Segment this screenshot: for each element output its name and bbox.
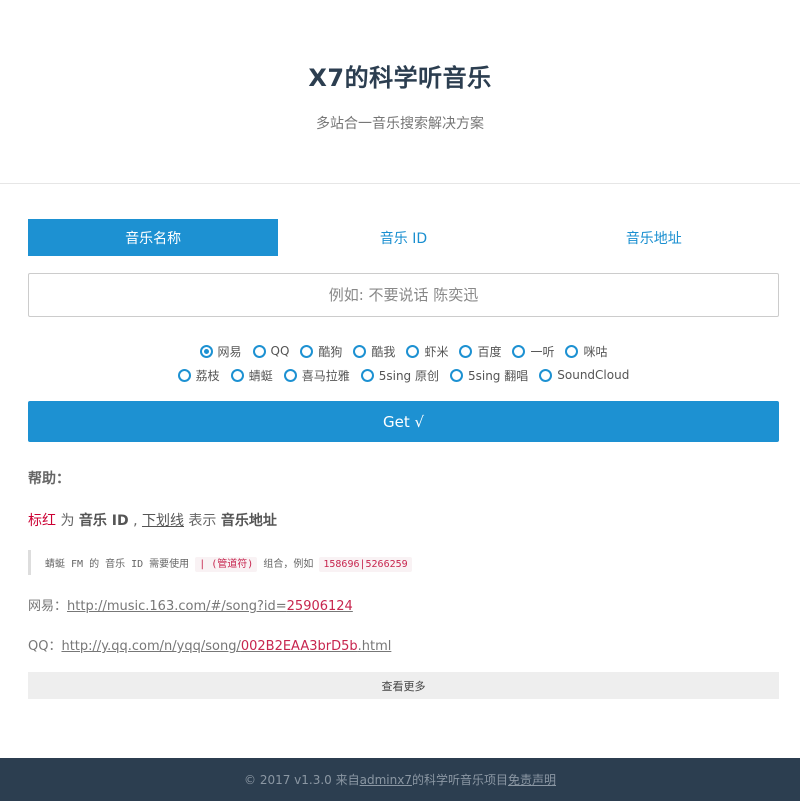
source-radio-row: 网易 QQ 酷狗 酷我 虾米 百度 一听 咪咕 bbox=[28, 339, 779, 363]
radio-checked-icon bbox=[199, 344, 213, 358]
note-text: 组合，例如 bbox=[257, 559, 320, 570]
radio-ximalaya[interactable]: 喜马拉雅 bbox=[283, 367, 350, 384]
radio-label: 虾米 bbox=[424, 344, 449, 359]
radio-unchecked-icon bbox=[177, 368, 191, 382]
link-prefix: http://music.163.com/#/song?id= bbox=[67, 599, 287, 614]
radio-unchecked-icon bbox=[230, 368, 244, 382]
radio-unchecked-icon bbox=[283, 368, 297, 382]
radio-unchecked-icon bbox=[406, 344, 420, 358]
link-id: 002B2EAA3brD5b bbox=[240, 639, 358, 654]
example-netease-link[interactable]: http://music.163.com/#/song?id=25906124 bbox=[67, 599, 353, 614]
radio-unchecked-icon bbox=[449, 368, 463, 382]
radio-unchecked-icon bbox=[459, 344, 473, 358]
radio-5sing-original[interactable]: 5sing 原创 bbox=[360, 367, 439, 384]
radio-netease[interactable]: 网易 bbox=[199, 343, 242, 360]
tab-music-name[interactable]: 音乐名称 bbox=[28, 219, 279, 256]
page-footer: © 2017 v1.3.0 来自 adminx7 的科学听音乐项目 免责声明 bbox=[0, 758, 800, 801]
radio-unchecked-icon bbox=[565, 344, 579, 358]
legend-underline-text: 下划线 bbox=[141, 513, 184, 529]
radio-label: 一听 bbox=[530, 344, 555, 359]
source-radio-group: 网易 QQ 酷狗 酷我 虾米 百度 一听 咪咕 荔枝 蜻蜓 喜马拉雅 5sing… bbox=[28, 339, 779, 387]
legend-id-text: 音乐 ID bbox=[78, 513, 129, 529]
note-code-pipe: | (管道符) bbox=[195, 557, 258, 572]
example-qq: QQ：http://y.qq.com/n/yqq/song/002B2EAA3b… bbox=[28, 635, 779, 654]
example-netease: 网易：http://music.163.com/#/song?id=259061… bbox=[28, 595, 779, 614]
legend-red-text: 标红 bbox=[28, 513, 56, 529]
legend-url-text: 音乐地址 bbox=[220, 513, 277, 529]
radio-label: 荔枝 bbox=[195, 368, 220, 383]
help-section: 帮助： 标红 为 音乐 ID , 下划线 表示 音乐地址 蜻蜓 FM 的 音乐 … bbox=[28, 468, 779, 654]
link-id: 25906124 bbox=[286, 599, 353, 614]
radio-unchecked-icon bbox=[252, 344, 266, 358]
radio-qingting[interactable]: 蜻蜓 bbox=[230, 367, 273, 384]
radio-label: SoundCloud bbox=[557, 368, 630, 382]
radio-label: QQ bbox=[270, 344, 290, 358]
radio-soundcloud[interactable]: SoundCloud bbox=[539, 368, 629, 382]
radio-label: 网易 bbox=[217, 344, 242, 359]
show-more-button[interactable]: 查看更多 bbox=[28, 672, 779, 699]
radio-unchecked-icon bbox=[360, 368, 374, 382]
radio-1ting[interactable]: 一听 bbox=[512, 343, 554, 360]
footer-author-link[interactable]: adminx7 bbox=[360, 773, 412, 787]
radio-kuwo[interactable]: 酷我 bbox=[353, 343, 395, 360]
source-radio-row: 荔枝 蜻蜓 喜马拉雅 5sing 原创 5sing 翻唱 SoundCloud bbox=[28, 363, 779, 387]
link-suffix: .html bbox=[357, 639, 392, 654]
radio-label: 5sing 原创 bbox=[378, 368, 439, 383]
search-panel: 音乐名称 音乐 ID 音乐地址 网易 QQ 酷狗 酷我 虾米 百度 一听 咪咕 … bbox=[0, 184, 800, 699]
footer-prefix: © 2017 v1.3.0 来自 bbox=[244, 773, 360, 787]
help-legend: 标红 为 音乐 ID , 下划线 表示 音乐地址 bbox=[28, 510, 779, 530]
tab-music-id[interactable]: 音乐 ID bbox=[278, 219, 528, 256]
radio-label: 5sing 翻唱 bbox=[467, 368, 529, 383]
radio-label: 蜻蜓 bbox=[248, 368, 273, 383]
legend-text: 为 bbox=[56, 513, 79, 529]
radio-5sing-cover[interactable]: 5sing 翻唱 bbox=[449, 367, 529, 384]
radio-unchecked-icon bbox=[539, 368, 553, 382]
radio-label: 酷我 bbox=[371, 344, 396, 359]
note-text: 蜻蜓 FM 的 音乐 ID 需要使用 bbox=[45, 559, 196, 570]
page-subtitle: 多站合一音乐搜索解决方案 bbox=[316, 116, 484, 132]
radio-qq[interactable]: QQ bbox=[252, 344, 290, 358]
radio-label: 酷狗 bbox=[318, 344, 343, 359]
radio-unchecked-icon bbox=[300, 344, 314, 358]
radio-label: 喜马拉雅 bbox=[301, 368, 350, 383]
radio-unchecked-icon bbox=[512, 344, 526, 358]
footer-disclaimer-link[interactable]: 免责声明 bbox=[508, 771, 556, 788]
tab-music-url[interactable]: 音乐地址 bbox=[529, 219, 779, 256]
search-box bbox=[28, 273, 779, 317]
radio-migu[interactable]: 咪咕 bbox=[565, 343, 608, 360]
radio-baidu[interactable]: 百度 bbox=[459, 343, 501, 360]
radio-xiami[interactable]: 虾米 bbox=[406, 343, 448, 360]
link-prefix: http://y.qq.com/n/yqq/song/ bbox=[61, 639, 241, 654]
get-button[interactable]: Get √ bbox=[28, 401, 779, 442]
legend-text: , bbox=[128, 513, 142, 529]
legend-text: 表示 bbox=[183, 513, 221, 529]
radio-unchecked-icon bbox=[353, 344, 367, 358]
example-label: QQ： bbox=[28, 639, 62, 654]
search-input[interactable] bbox=[29, 274, 778, 316]
page-header: X7的科学听音乐 多站合一音乐搜索解决方案 bbox=[0, 0, 800, 184]
help-title: 帮助： bbox=[28, 471, 70, 487]
radio-label: 百度 bbox=[477, 344, 502, 359]
example-label: 网易： bbox=[28, 599, 68, 614]
note-code-example: 158696|5266259 bbox=[319, 557, 412, 572]
radio-kugou[interactable]: 酷狗 bbox=[300, 343, 342, 360]
radio-lizhi[interactable]: 荔枝 bbox=[177, 367, 220, 384]
radio-label: 咪咕 bbox=[583, 344, 608, 359]
qingting-note: 蜻蜓 FM 的 音乐 ID 需要使用 | (管道符) 组合，例如 158696|… bbox=[28, 550, 779, 575]
page-title: X7的科学听音乐 bbox=[308, 64, 492, 92]
footer-middle: 的科学听音乐项目 bbox=[411, 773, 508, 787]
example-qq-link[interactable]: http://y.qq.com/n/yqq/song/002B2EAA3brD5… bbox=[61, 639, 391, 654]
search-type-tabs: 音乐名称 音乐 ID 音乐地址 bbox=[28, 219, 779, 256]
